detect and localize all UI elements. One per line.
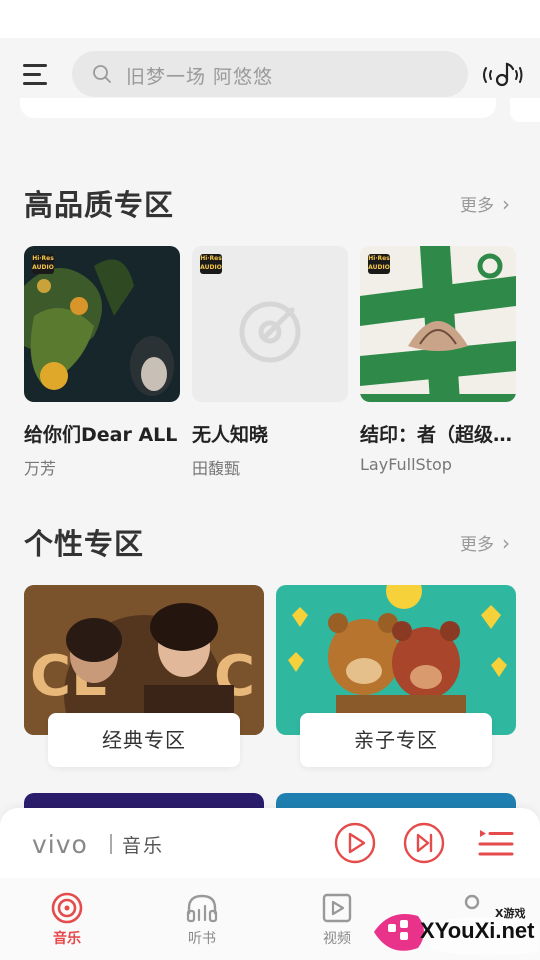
album-cover: Hi·Res AUDIO bbox=[360, 246, 516, 402]
music-recognition-icon[interactable] bbox=[480, 58, 524, 92]
album-title: 无人知晓 bbox=[192, 424, 269, 446]
play-icon[interactable] bbox=[334, 822, 376, 864]
brand-divider bbox=[110, 834, 112, 854]
more-label: 更多 bbox=[460, 196, 494, 216]
search-bar[interactable]: 旧梦一场 阿悠悠 bbox=[72, 51, 468, 97]
tab-label: 音乐 bbox=[53, 931, 81, 947]
banner-card-edge[interactable] bbox=[20, 98, 496, 118]
brand-music-label: 音乐 bbox=[122, 835, 165, 857]
tab-video[interactable]: 视频 bbox=[297, 892, 377, 948]
album-card[interactable]: Hi·Res AUDIO 结印：者（超级… LayFullStop bbox=[360, 246, 516, 474]
search-placeholder: 旧梦一场 阿悠悠 bbox=[126, 66, 274, 88]
search-icon bbox=[93, 65, 111, 83]
banner-card-edge-next[interactable] bbox=[510, 98, 540, 122]
playlist-icon[interactable] bbox=[474, 822, 516, 864]
zone-label-kids: 亲子专区 bbox=[300, 713, 492, 767]
album-title: 结印：者（超级… bbox=[360, 424, 513, 446]
hires-audio-badge: Hi·Res AUDIO bbox=[200, 254, 222, 274]
next-track-icon[interactable] bbox=[403, 822, 445, 864]
album-cover: Hi·Res AUDIO bbox=[24, 246, 180, 402]
brand-logo: vivo bbox=[32, 830, 88, 859]
album-title: 给你们Dear ALL bbox=[24, 424, 178, 446]
more-link-hq[interactable]: 更多 › bbox=[460, 191, 510, 216]
video-icon bbox=[322, 893, 352, 923]
menu-button[interactable] bbox=[20, 60, 50, 90]
tab-label: 视频 bbox=[323, 931, 351, 947]
chevron-right-icon: › bbox=[502, 192, 510, 216]
album-artist: 田馥甄 bbox=[192, 459, 241, 478]
album-artist: LayFullStop bbox=[360, 455, 452, 474]
headphones-icon bbox=[186, 894, 218, 923]
status-bar bbox=[0, 0, 540, 38]
album-cover-placeholder: Hi·Res AUDIO bbox=[192, 246, 348, 402]
section-title-personal: 个性专区 bbox=[24, 527, 145, 561]
tab-music[interactable]: 音乐 bbox=[27, 892, 107, 948]
watermark-site-text: XYouXi.net bbox=[420, 918, 535, 943]
section-title-hq: 高品质专区 bbox=[24, 188, 175, 222]
more-link-personal[interactable]: 更多 › bbox=[460, 530, 510, 555]
tab-label: 听书 bbox=[188, 931, 216, 947]
hires-audio-badge: Hi·Res AUDIO bbox=[368, 254, 390, 274]
more-label: 更多 bbox=[460, 535, 494, 555]
album-artist: 万芳 bbox=[24, 459, 57, 478]
zone-label-classic: 经典专区 bbox=[48, 713, 240, 767]
mini-player[interactable]: vivo 音乐 bbox=[0, 808, 540, 878]
music-disc-icon bbox=[51, 892, 83, 924]
album-card[interactable]: Hi·Res AUDIO 无人知晓 田馥甄 bbox=[192, 246, 348, 479]
tab-audiobook[interactable]: 听书 bbox=[162, 892, 242, 948]
hires-audio-badge: Hi·Res AUDIO bbox=[32, 254, 54, 274]
album-card[interactable]: Hi·Res AUDIO 给你们Dear ALL 万芳 bbox=[24, 246, 180, 479]
chevron-right-icon: › bbox=[502, 531, 510, 555]
